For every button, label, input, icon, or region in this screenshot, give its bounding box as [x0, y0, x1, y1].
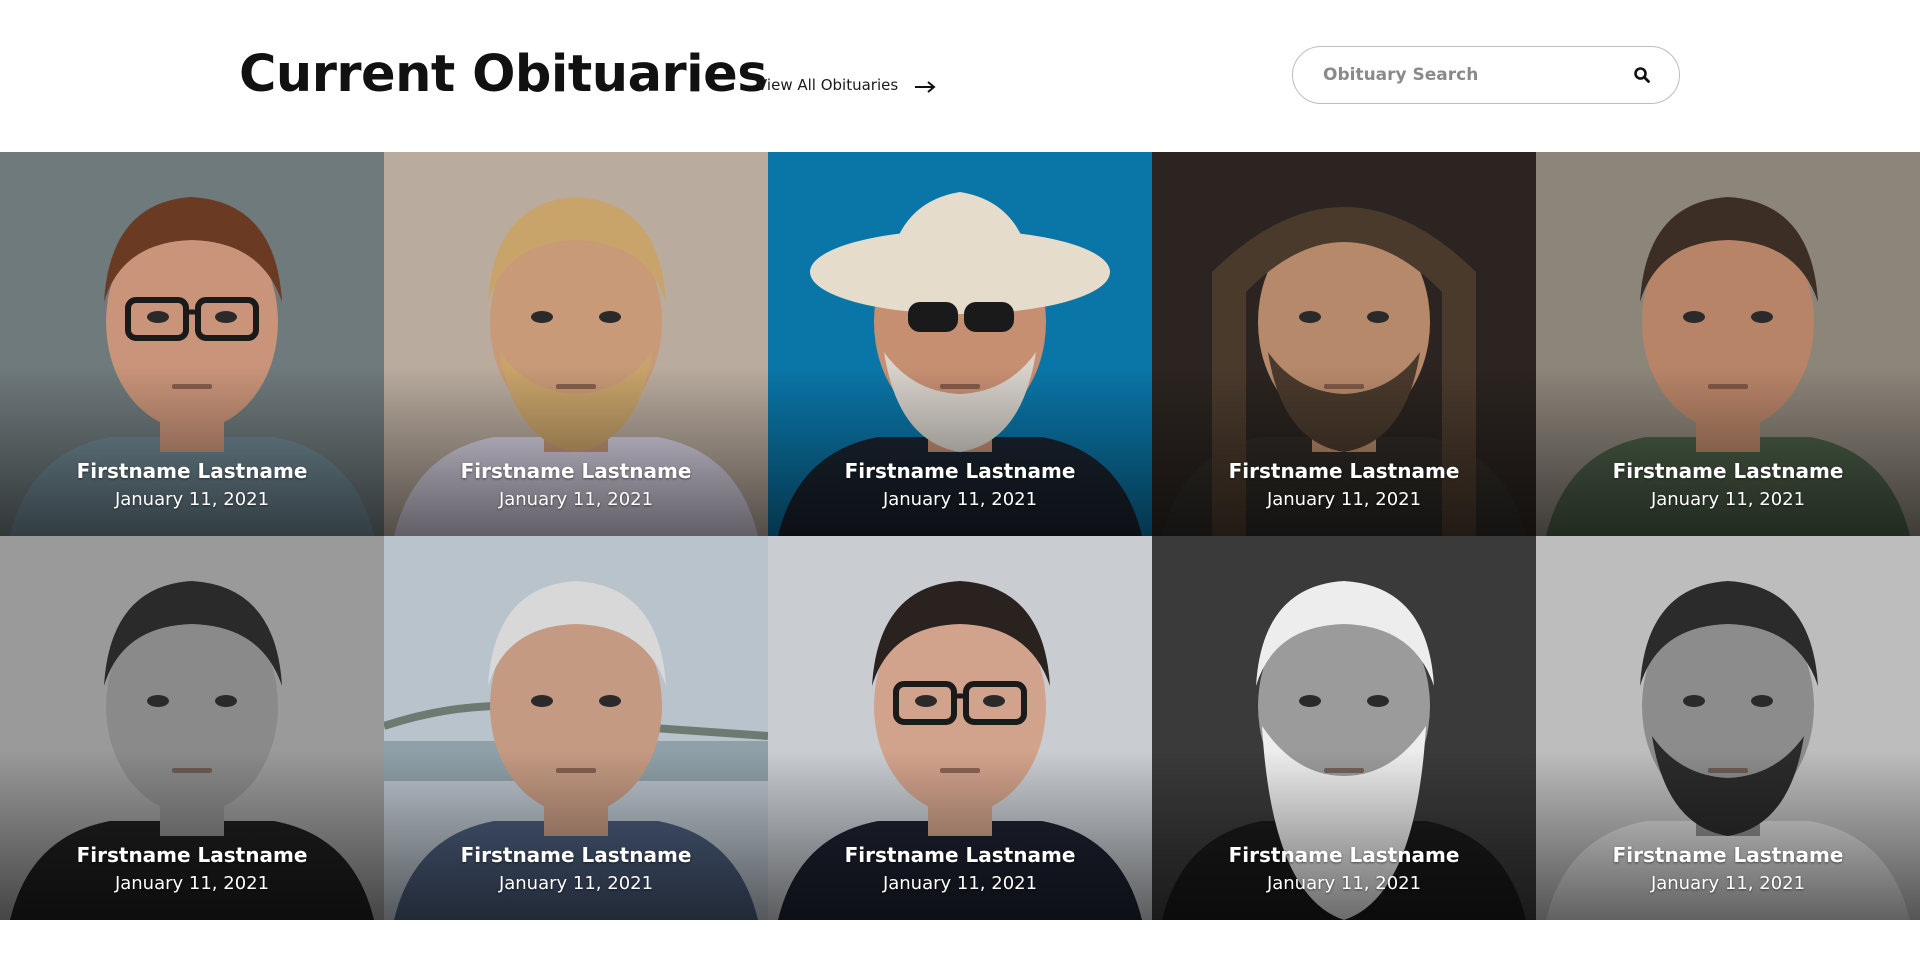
- obituary-date: January 11, 2021: [1266, 489, 1422, 510]
- obituary-card[interactable]: Firstname Lastname January 11, 2021: [384, 152, 768, 536]
- obituary-card[interactable]: Firstname Lastname January 11, 2021: [0, 536, 384, 920]
- obituary-card[interactable]: Firstname Lastname January 11, 2021: [768, 536, 1152, 920]
- obituary-name: Firstname Lastname: [844, 843, 1076, 867]
- obituary-date: January 11, 2021: [498, 489, 654, 510]
- search-box: [1292, 46, 1680, 104]
- photo-gradient-overlay: [384, 750, 768, 920]
- page-title: Current Obituaries: [239, 45, 768, 104]
- obituary-card[interactable]: Firstname Lastname January 11, 2021: [1152, 152, 1536, 536]
- obituary-name: Firstname Lastname: [844, 459, 1076, 483]
- obituary-date: January 11, 2021: [498, 873, 654, 894]
- photo-gradient-overlay: [0, 366, 384, 536]
- view-all-obituaries-link[interactable]: View All Obituaries: [757, 76, 936, 94]
- obituary-date: January 11, 2021: [1650, 873, 1806, 894]
- obituary-name: Firstname Lastname: [1228, 843, 1460, 867]
- arrow-right-icon: [914, 79, 936, 93]
- photo-gradient-overlay: [0, 750, 384, 920]
- photo-gradient-overlay: [768, 366, 1152, 536]
- obituary-card[interactable]: Firstname Lastname January 11, 2021: [1536, 536, 1920, 920]
- photo-gradient-overlay: [768, 750, 1152, 920]
- obituary-card[interactable]: Firstname Lastname January 11, 2021: [1536, 152, 1920, 536]
- view-all-label: View All Obituaries: [757, 76, 899, 94]
- obituary-date: January 11, 2021: [882, 873, 1038, 894]
- obituary-name: Firstname Lastname: [460, 459, 692, 483]
- photo-gradient-overlay: [1536, 366, 1920, 536]
- photo-gradient-overlay: [384, 366, 768, 536]
- obituary-name: Firstname Lastname: [460, 843, 692, 867]
- obituary-date: January 11, 2021: [882, 489, 1038, 510]
- search-input[interactable]: [1323, 65, 1633, 85]
- obituary-name: Firstname Lastname: [76, 459, 308, 483]
- obituary-grid: Firstname Lastname January 11, 2021 Firstn…: [0, 152, 1920, 920]
- photo-gradient-overlay: [1536, 750, 1920, 920]
- obituary-date: January 11, 2021: [1266, 873, 1422, 894]
- obituary-card[interactable]: Firstname Lastname January 11, 2021: [0, 152, 384, 536]
- search-icon[interactable]: [1633, 66, 1651, 84]
- obituary-name: Firstname Lastname: [1612, 843, 1844, 867]
- obituary-name: Firstname Lastname: [1612, 459, 1844, 483]
- obituary-date: January 11, 2021: [114, 489, 270, 510]
- obituary-card[interactable]: Firstname Lastname January 11, 2021: [1152, 536, 1536, 920]
- obituary-card[interactable]: Firstname Lastname January 11, 2021: [768, 152, 1152, 536]
- photo-gradient-overlay: [1152, 750, 1536, 920]
- obituary-name: Firstname Lastname: [76, 843, 308, 867]
- obituary-card[interactable]: Firstname Lastname January 11, 2021: [384, 536, 768, 920]
- obituary-date: January 11, 2021: [1650, 489, 1806, 510]
- obituary-date: January 11, 2021: [114, 873, 270, 894]
- page-header: Current Obituaries View All Obituaries: [0, 0, 1920, 152]
- obituary-name: Firstname Lastname: [1228, 459, 1460, 483]
- photo-gradient-overlay: [1152, 366, 1536, 536]
